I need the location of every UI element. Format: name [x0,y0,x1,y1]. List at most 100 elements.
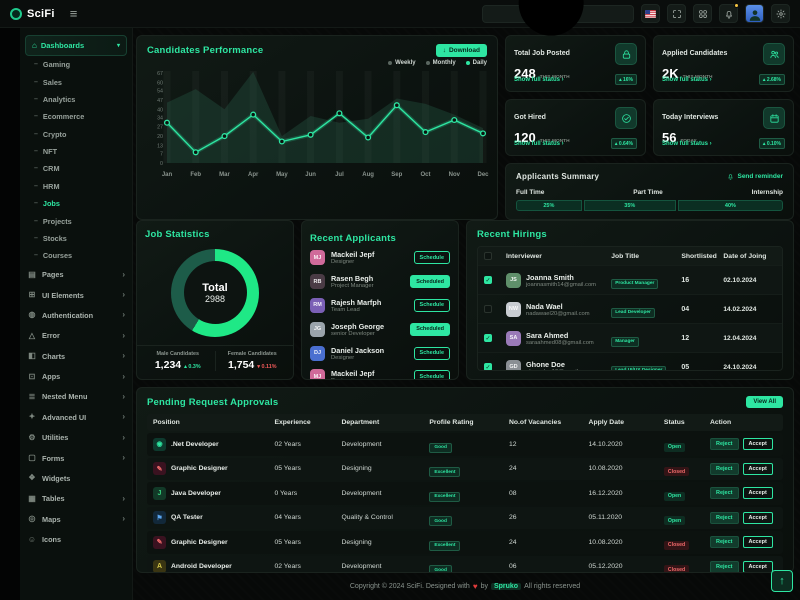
sidebar-item-label: Courses [43,251,72,260]
interviewer-name: Sara Ahmed [526,331,611,340]
sidebar-item-hrm[interactable]: –HRM [25,178,127,195]
row-checkbox[interactable]: ✓ [484,334,492,342]
sidebar-item-tables[interactable]: ▦Tables› [25,489,127,509]
sidebar-item-ui-elements[interactable]: ⊞UI Elements› [25,285,127,305]
experience: 0 Years [274,490,341,497]
reject-button[interactable]: Reject [710,487,739,499]
accept-button[interactable]: Accept [743,512,773,524]
sidebar-item-courses[interactable]: –Courses [25,247,127,264]
legend-item-daily[interactable]: Daily [466,60,487,66]
summary-progress-bar: 25%35%40% [516,200,783,211]
stat-card-today-interviews: Today Interviews 56TODAY Show full statu… [653,99,794,156]
table-row: ⚑ QA Tester 04 Years Quality & Control G… [147,507,783,530]
accept-button[interactable]: Accept [743,561,773,573]
android-icon: A [153,560,166,573]
sidebar-item-authentication[interactable]: ◍Authentication› [25,305,127,325]
search-input[interactable] [489,9,493,18]
schedule-button[interactable]: Schedule [414,370,450,380]
accept-button[interactable]: Accept [743,438,773,450]
sidebar-item-projects[interactable]: –Projects [25,212,127,229]
download-button[interactable]: ↓Download [436,44,487,57]
send-reminder-link[interactable]: Send reminder [727,173,783,180]
reject-button[interactable]: Reject [710,561,739,573]
brand[interactable]: SciFi [10,8,55,20]
legend-item-monthly[interactable]: Monthly [426,60,456,66]
fullscreen-button[interactable] [667,4,686,23]
schedule-button[interactable]: Scheduled [410,275,450,288]
applicant-row: DJ Daniel JacksonDesigner Schedule [310,341,450,365]
dash-icon: – [34,252,38,259]
svg-text:27: 27 [157,125,163,131]
spruko-link[interactable]: Spruko [491,583,521,590]
sidebar-item-analytics[interactable]: –Analytics [25,91,127,108]
vacancies-count: 08 [509,490,589,497]
sidebar-item-nft[interactable]: –NFT [25,143,127,160]
sidebar-item-utilities[interactable]: ⚙Utilities› [25,428,127,448]
users-icon [763,43,785,65]
sidebar-item-ecommerce[interactable]: –Ecommerce [25,108,127,125]
settings-button[interactable] [771,4,790,23]
sidebar-item-sales[interactable]: –Sales [25,73,127,90]
sidebar-item-crm[interactable]: –CRM [25,160,127,177]
search-icon[interactable] [497,0,627,79]
sidebar-item-error[interactable]: △Error› [25,326,127,346]
schedule-button[interactable]: Schedule [414,251,450,264]
department: Development [341,490,429,497]
schedule-button[interactable]: Schedule [414,299,450,312]
show-full-status-link[interactable]: Show full status › [662,77,712,83]
user-avatar[interactable] [745,4,764,23]
tables-icon: ▦ [27,495,37,503]
show-full-status-link[interactable]: Show full status › [514,141,564,147]
accept-button[interactable]: Accept [743,463,773,475]
sidebar-item-widgets[interactable]: ❖Widgets [25,468,127,488]
sidebar-item-charts[interactable]: ◧Charts› [25,346,127,366]
applicant-role: Project Manager [331,283,404,289]
svg-text:13: 13 [157,144,163,150]
reject-button[interactable]: Reject [710,536,739,548]
sidebar-item-label: Charts [42,352,65,361]
interviewer-email: saraahmed08@gmail.com [526,340,611,346]
notifications-button[interactable] [719,4,738,23]
sidebar: ⌂ Dashboards ▾ –Gaming–Sales–Analytics–E… [0,28,133,600]
sidebar-item-apps[interactable]: ⊡Apps› [25,366,127,386]
language-flag-button[interactable] [641,4,660,23]
accept-button[interactable]: Accept [743,536,773,548]
svg-text:Mar: Mar [219,172,230,178]
sidebar-item-nested-menu[interactable]: ≣Nested Menu› [25,387,127,407]
sidebar-item-pages[interactable]: ▤Pages› [25,265,127,285]
sidebar-item-stocks[interactable]: –Stocks [25,230,127,247]
sidebar-item-advanced-ui[interactable]: ✦Advanced UI› [25,407,127,427]
scroll-to-top-button[interactable]: ↑ [771,570,793,592]
schedule-button[interactable]: Schedule [414,347,450,360]
row-checkbox[interactable] [484,305,492,313]
sidebar-item-maps[interactable]: ◎Maps› [25,509,127,529]
reject-button[interactable]: Reject [710,438,739,450]
donut-total-label: Total [202,282,227,294]
stat-card-got-hired: Got Hired 120THIS MONTH Show full status… [505,99,646,156]
apps-grid-button[interactable] [693,4,712,23]
accept-button[interactable]: Accept [743,487,773,499]
table-row: ◉ .Net Developer 02 Years Development Go… [147,433,783,456]
stat-title: Applied Candidates [662,50,727,57]
row-checkbox[interactable]: ✓ [484,276,492,284]
sidebar-item-gaming[interactable]: –Gaming [25,56,127,73]
show-full-status-link[interactable]: Show full status › [662,141,712,147]
experience: 05 Years [274,465,341,472]
reject-button[interactable]: Reject [710,463,739,475]
widgets-icon: ❖ [27,474,37,482]
avatar: RM [310,298,325,313]
chart-legend: Weekly Monthly Daily [147,60,487,66]
row-checkbox[interactable]: ✓ [484,363,492,371]
legend-item-weekly[interactable]: Weekly [388,60,416,66]
vacancies-count: 24 [509,465,589,472]
schedule-button[interactable]: Scheduled [410,323,450,336]
sidebar-item-dashboards[interactable]: ⌂ Dashboards ▾ [25,35,127,56]
reject-button[interactable]: Reject [710,512,739,524]
view-all-button[interactable]: View All [746,396,783,408]
sidebar-item-forms[interactable]: ▢Forms› [25,448,127,468]
sidebar-item-icons[interactable]: ☺Icons [25,529,127,549]
hamburger-menu-icon[interactable]: ≡ [70,7,78,20]
select-all-checkbox[interactable] [484,252,492,260]
sidebar-item-crypto[interactable]: –Crypto [25,126,127,143]
sidebar-item-jobs[interactable]: –Jobs [25,195,127,212]
